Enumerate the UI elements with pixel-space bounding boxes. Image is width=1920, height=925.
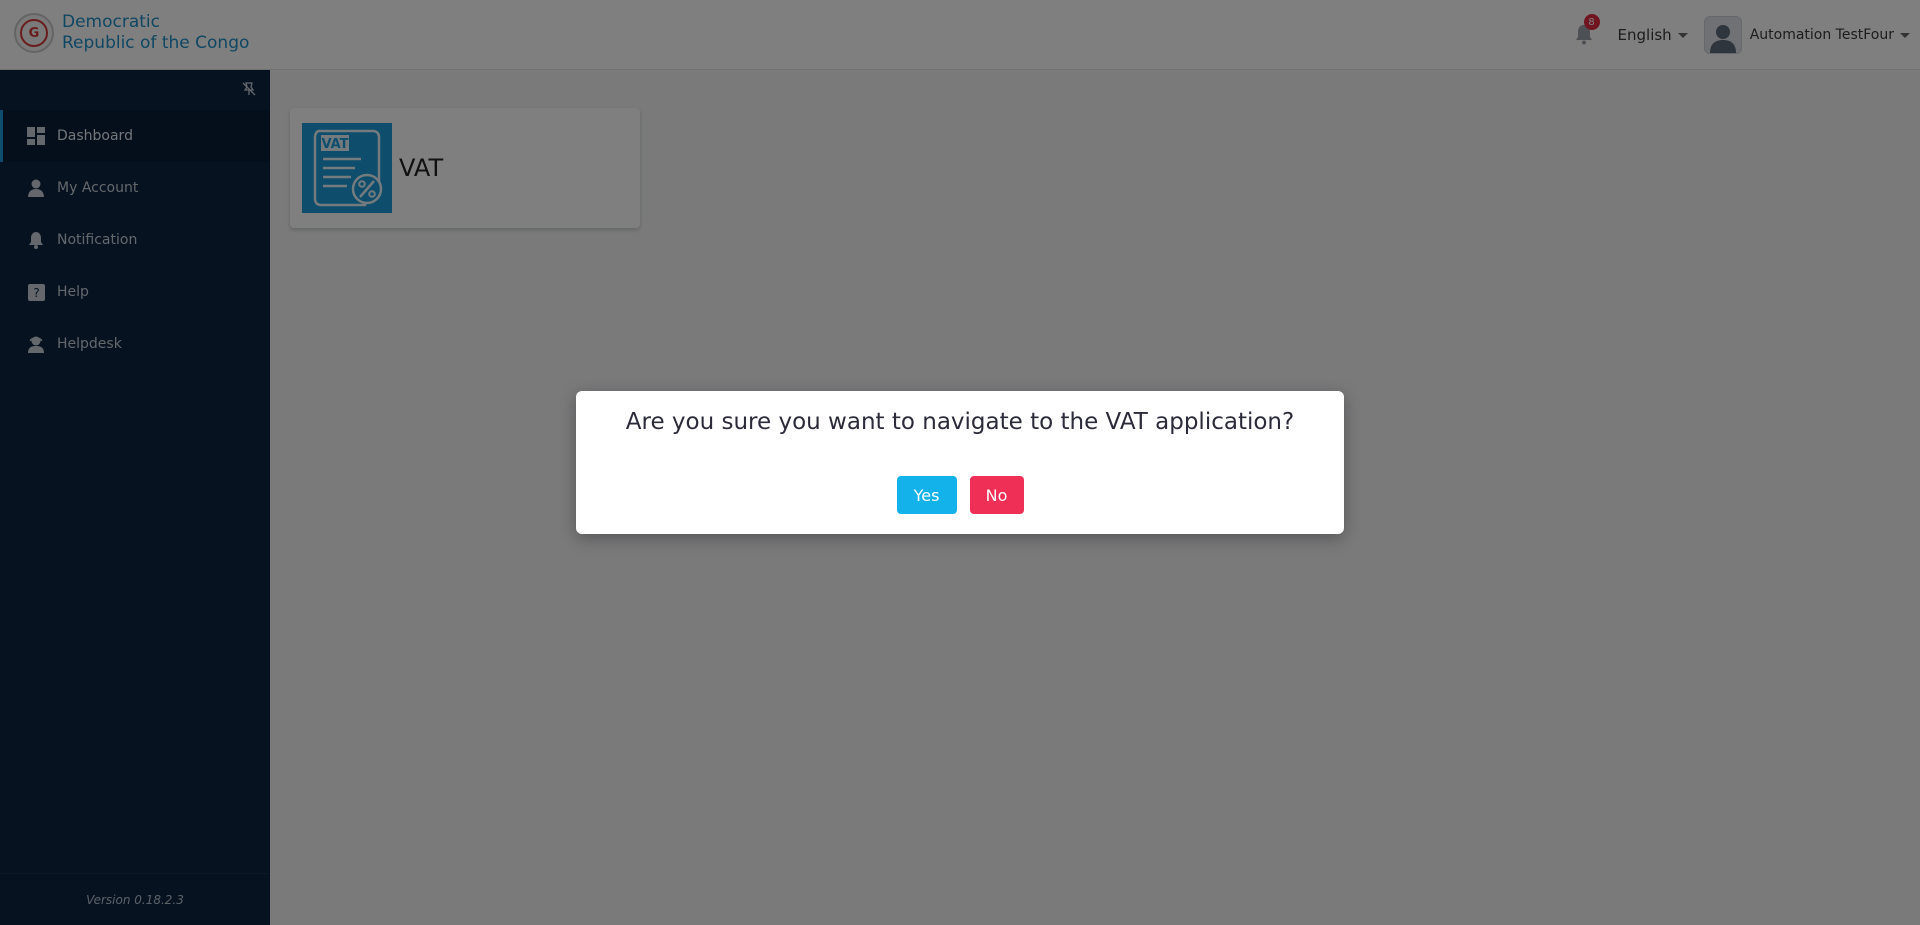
confirm-navigation-dialog: Are you sure you want to navigate to the… (576, 391, 1344, 534)
dialog-message: Are you sure you want to navigate to the… (625, 409, 1295, 435)
dialog-actions: Yes No (576, 476, 1344, 514)
yes-button[interactable]: Yes (896, 476, 957, 514)
no-button[interactable]: No (969, 476, 1024, 514)
